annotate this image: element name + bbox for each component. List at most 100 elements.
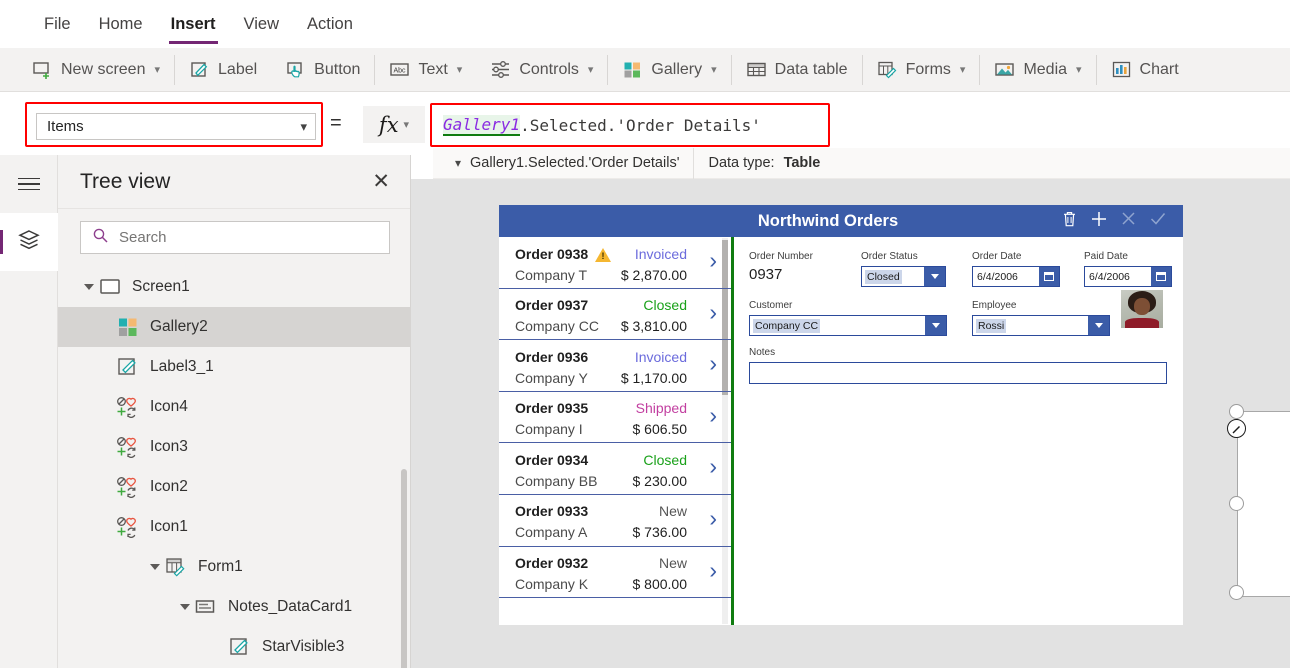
tree-item-icon3[interactable]: Icon3 <box>58 427 410 467</box>
gallery-row[interactable]: Order 0932 New Company K $ 800.00 › <box>499 547 731 599</box>
order-detail-form: Order Number 0937 Order Status Closed Or… <box>737 237 1183 407</box>
ribbon-toolbar: New screen ▾ Label Button Abc Text ▾ Con… <box>0 48 1290 92</box>
search-input[interactable]: Search <box>80 221 390 254</box>
expression-info-cell[interactable]: ▾ Gallery1.Selected.'Order Details' <box>433 148 693 179</box>
add-icon[interactable] <box>1090 210 1108 233</box>
resize-handle-bottom-left[interactable] <box>1229 585 1244 600</box>
formula-info-strip: ▾ Gallery1.Selected.'Order Details' Data… <box>433 147 1290 179</box>
resize-handle-top-left[interactable] <box>1229 404 1244 419</box>
chevron-right-icon[interactable]: › <box>709 558 717 582</box>
chevron-down-icon: ▾ <box>959 64 966 76</box>
formula-input-highlight: Gallery1 .Selected.'Order Details' <box>430 103 830 147</box>
gallery-row[interactable]: Order 0936 Invoiced Company Y $ 1,170.00… <box>499 340 731 392</box>
rail-item-tree-view[interactable] <box>0 213 58 271</box>
chevron-right-icon[interactable]: › <box>709 249 717 272</box>
chevron-right-icon[interactable]: › <box>709 506 717 530</box>
fx-function-button[interactable]: fx ▾ <box>363 106 425 143</box>
tree-item-form1[interactable]: Form1 <box>58 547 410 587</box>
ribbon-new-screen-button[interactable]: New screen ▾ <box>18 48 174 92</box>
formula-control-token: Gallery1 <box>443 114 521 136</box>
ribbon-text-button[interactable]: Abc Text ▾ <box>375 48 476 92</box>
notes-input[interactable] <box>749 362 1167 384</box>
chevron-down-icon: ▾ <box>300 118 307 134</box>
gallery-grid-icon <box>116 316 140 338</box>
tree-item-label3-1[interactable]: Label3_1 <box>58 347 410 387</box>
gallery-row[interactable]: Order 0937 Closed Company CC $ 3,810.00 … <box>499 289 731 341</box>
ribbon-label: Gallery <box>651 60 703 78</box>
screen-icon <box>98 276 122 298</box>
formula-input[interactable]: Gallery1 .Selected.'Order Details' <box>435 108 825 142</box>
twisty-icon[interactable] <box>146 562 164 572</box>
edit-pencil-badge[interactable] <box>1227 419 1246 438</box>
tree-scrollbar-thumb[interactable] <box>401 469 407 668</box>
customer-field: Customer Company CC <box>749 300 947 336</box>
trash-icon[interactable] <box>1061 210 1078 233</box>
order-status: New <box>658 503 687 520</box>
tree-item-icon1[interactable]: Icon1 <box>58 507 410 547</box>
tree-item-screen1[interactable]: Screen1 <box>58 267 410 307</box>
employee-dropdown[interactable]: Rossi <box>972 315 1110 336</box>
order-date-picker[interactable]: 6/4/2006 <box>972 266 1060 287</box>
chevron-down-icon[interactable] <box>925 316 946 335</box>
ribbon-forms-button[interactable]: Forms ▾ <box>863 48 980 92</box>
cancel-icon[interactable] <box>1120 210 1137 232</box>
paid-date-picker[interactable]: 6/4/2006 <box>1084 266 1172 287</box>
tree-item-starvisible3[interactable]: StarVisible3 <box>58 627 410 667</box>
gallery2-empty-control[interactable]: Add an item from the Insert tab or conne… <box>1237 411 1290 597</box>
powerapps-studio: File Home Insert View Action New screen … <box>0 0 1290 668</box>
gallery-row[interactable]: Order 0935 Shipped Company I $ 606.50 › <box>499 392 731 444</box>
twisty-icon[interactable] <box>176 602 194 612</box>
chevron-right-icon[interactable]: › <box>709 403 717 427</box>
app-title: Northwind Orders <box>757 211 899 230</box>
order-date-value: 6/4/2006 <box>977 270 1018 283</box>
property-selector[interactable]: Items ▾ <box>36 113 316 140</box>
calendar-icon[interactable] <box>1039 267 1059 286</box>
confirm-icon[interactable] <box>1149 210 1167 232</box>
ribbon-controls-button[interactable]: Controls ▾ <box>476 48 607 92</box>
company-name: Company T <box>515 266 588 283</box>
tree-item-label: Icon4 <box>150 398 188 415</box>
ribbon-gallery-button[interactable]: Gallery ▾ <box>608 48 730 92</box>
chevron-right-icon[interactable]: › <box>709 455 717 478</box>
menu-tab-action[interactable]: Action <box>293 1 367 47</box>
twisty-icon[interactable] <box>80 282 98 292</box>
chevron-down-icon: ▾ <box>403 119 410 131</box>
chevron-down-icon[interactable] <box>924 267 945 286</box>
customer-dropdown[interactable]: Company CC <box>749 315 947 336</box>
order-number: Order 0932 <box>515 555 589 572</box>
ribbon-chart-button[interactable]: Chart <box>1097 48 1193 92</box>
tree-item-notes-datacard1[interactable]: Notes_DataCard1 <box>58 587 410 627</box>
menu-tab-insert[interactable]: Insert <box>157 1 230 47</box>
tree-item-icon2[interactable]: Icon2 <box>58 467 410 507</box>
formula-bar-filler <box>830 103 1290 147</box>
gallery-row[interactable]: Order 0938 Invoiced Company T $ 2,870.00… <box>499 237 731 289</box>
chevron-right-icon[interactable]: › <box>709 352 717 375</box>
menu-tab-home[interactable]: Home <box>85 1 157 47</box>
chevron-down-icon[interactable] <box>1088 316 1109 335</box>
label-icon <box>228 636 252 658</box>
order-gallery[interactable]: Order 0938 Invoiced Company T $ 2,870.00… <box>499 237 731 625</box>
ribbon-label-button[interactable]: Label <box>175 48 271 92</box>
tree-item-gallery2[interactable]: Gallery2 <box>58 307 410 347</box>
gallery-row[interactable]: Order 0933 New Company A $ 736.00 › <box>499 495 731 547</box>
ribbon-data-table-button[interactable]: Data table <box>732 48 862 92</box>
menu-tab-view[interactable]: View <box>230 1 293 47</box>
gallery-row[interactable]: Order 0934 Closed Company BB $ 230.00 › <box>499 443 731 495</box>
notes-field: Notes <box>749 347 1167 384</box>
order-status-dropdown[interactable]: Closed <box>861 266 946 287</box>
avatar-face <box>1134 298 1150 315</box>
tree-item-icon4[interactable]: Icon4 <box>58 387 410 427</box>
order-number: Order 0933 <box>515 503 589 520</box>
hamburger-menu-button[interactable] <box>0 155 58 213</box>
close-icon[interactable]: ✕ <box>368 167 394 196</box>
order-status: Closed <box>643 451 687 468</box>
ribbon-media-button[interactable]: Media ▾ <box>980 48 1095 92</box>
chevron-right-icon[interactable]: › <box>709 300 717 324</box>
ribbon-label: Chart <box>1139 60 1179 78</box>
tree-item-label: Icon2 <box>150 478 188 495</box>
menu-tab-file[interactable]: File <box>30 1 85 47</box>
customer-value: Company CC <box>753 318 821 333</box>
resize-handle-middle-left[interactable] <box>1229 496 1244 511</box>
calendar-icon[interactable] <box>1151 267 1171 286</box>
ribbon-button-button[interactable]: Button <box>271 48 374 92</box>
